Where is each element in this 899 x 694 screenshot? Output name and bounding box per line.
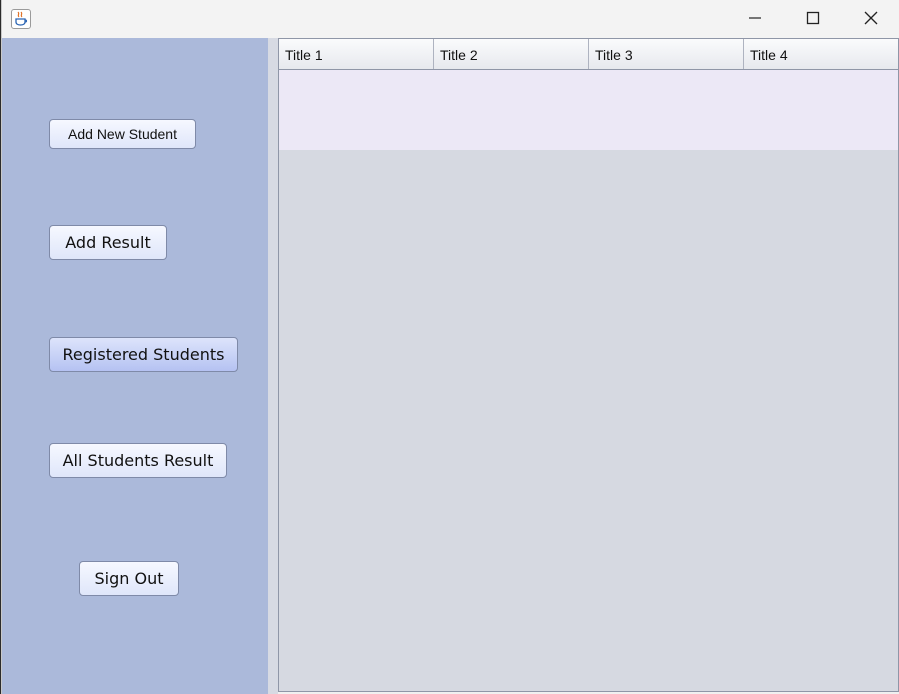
column-header-title-4[interactable]: Title 4 (744, 39, 898, 69)
add-result-button[interactable]: Add Result (49, 225, 167, 260)
column-header-title-1[interactable]: Title 1 (279, 39, 434, 69)
sidebar: Add New Student Add Result Registered St… (2, 38, 268, 694)
table-body[interactable] (279, 70, 898, 150)
sign-out-button[interactable]: Sign Out (79, 561, 179, 596)
maximize-icon (806, 10, 820, 29)
add-new-student-button[interactable]: Add New Student (49, 119, 196, 149)
column-header-title-3[interactable]: Title 3 (589, 39, 744, 69)
registered-students-button[interactable]: Registered Students (49, 337, 238, 372)
maximize-button[interactable] (784, 0, 842, 38)
all-students-result-button[interactable]: All Students Result (49, 443, 227, 478)
title-bar[interactable] (2, 0, 899, 38)
app-window: Add New Student Add Result Registered St… (2, 0, 899, 694)
students-table[interactable]: Title 1 Title 2 Title 3 Title 4 (278, 38, 899, 692)
close-button[interactable] (842, 0, 899, 38)
split-divider[interactable] (268, 38, 278, 694)
table-header: Title 1 Title 2 Title 3 Title 4 (279, 39, 898, 70)
column-header-title-2[interactable]: Title 2 (434, 39, 589, 69)
close-icon (864, 10, 878, 29)
java-cup-icon[interactable] (11, 9, 31, 29)
minimize-button[interactable] (726, 0, 784, 38)
minimize-icon (748, 10, 762, 29)
